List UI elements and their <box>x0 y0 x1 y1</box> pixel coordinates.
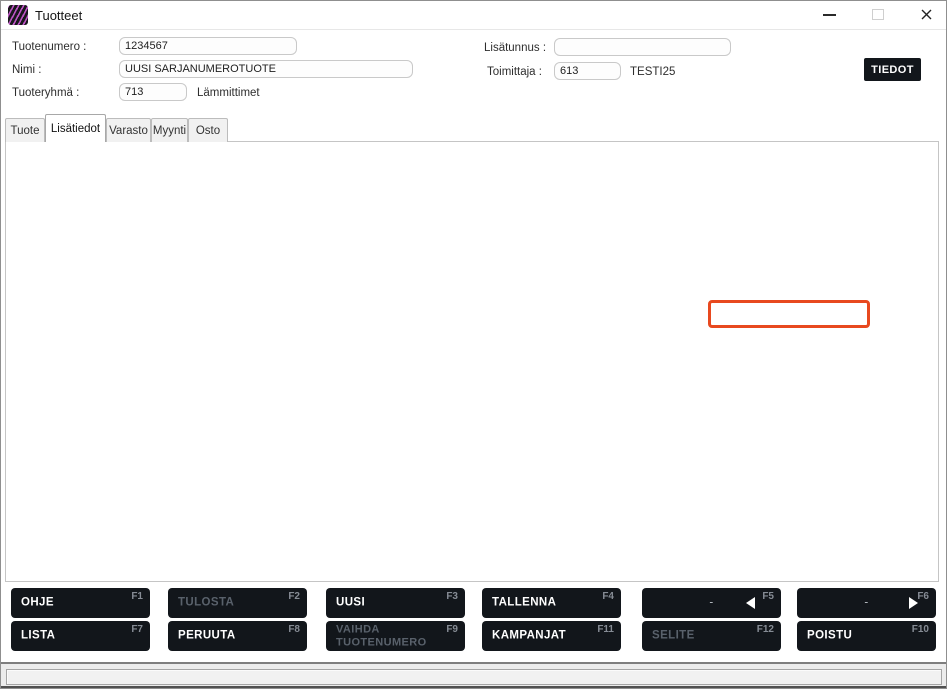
ohje-button[interactable]: F1OHJE <box>11 588 150 618</box>
window-title: Tuotteet <box>35 8 82 23</box>
tab-myynti[interactable]: Myynti <box>151 118 188 142</box>
tab-osto[interactable]: Osto <box>188 118 228 142</box>
tuotenumero-label: Tuotenumero : <box>12 40 86 54</box>
lisatunnus-input[interactable] <box>554 38 731 56</box>
toimittaja-input[interactable] <box>554 62 621 80</box>
minimize-button[interactable] <box>812 1 846 28</box>
toimittaja-name: TESTI25 <box>630 65 675 79</box>
selite-button[interactable]: F12SELITE <box>642 621 781 651</box>
kampanjat-button[interactable]: F11KAMPANJAT <box>482 621 621 651</box>
nimi-input[interactable] <box>119 60 413 78</box>
maximize-button[interactable] <box>861 1 895 28</box>
tab-tuote[interactable]: Tuote <box>5 118 45 142</box>
poistu-button[interactable]: F10POISTU <box>797 621 936 651</box>
tab-lisatiedot[interactable]: Lisätiedot <box>45 114 106 142</box>
tuotenumero-input[interactable] <box>119 37 297 55</box>
tulosta-button[interactable]: F2TULOSTA <box>168 588 307 618</box>
vaihda-tuotenumero-button[interactable]: F9VAIHDA TUOTENUMERO <box>326 621 465 651</box>
arrow-right-icon <box>909 597 918 609</box>
tiedot-button[interactable]: TIEDOT <box>864 58 921 81</box>
lisatunnus-label: Lisätunnus : <box>484 41 546 55</box>
tab-page-lisatiedot <box>5 141 939 582</box>
previous-button[interactable]: F5- <box>642 588 781 618</box>
minimize-icon <box>823 14 836 16</box>
close-icon <box>921 9 932 20</box>
lista-button[interactable]: F7LISTA <box>11 621 150 651</box>
status-message-panel <box>6 669 942 685</box>
tuoteryhma-name: Lämmittimet <box>197 86 260 100</box>
app-logo-icon <box>8 5 28 25</box>
close-button[interactable] <box>909 1 943 28</box>
tuoteryhma-label: Tuoteryhmä : <box>12 86 79 100</box>
arrow-left-icon <box>746 597 755 609</box>
toimittaja-label: Toimittaja : <box>487 65 542 79</box>
tallenna-button[interactable]: F4TALLENNA <box>482 588 621 618</box>
peruuta-button[interactable]: F8PERUUTA <box>168 621 307 651</box>
nimi-label: Nimi : <box>12 63 41 77</box>
titlebar: Tuotteet <box>1 1 946 30</box>
uusi-button[interactable]: F3UUSI <box>326 588 465 618</box>
app-window: Tuotteet Tuotenumero : Nimi : Tuoteryhmä… <box>0 0 947 689</box>
tab-varasto[interactable]: Varasto <box>106 118 151 142</box>
maximize-icon <box>872 9 884 20</box>
next-button[interactable]: F6- <box>797 588 936 618</box>
tuoteryhma-input[interactable] <box>119 83 187 101</box>
